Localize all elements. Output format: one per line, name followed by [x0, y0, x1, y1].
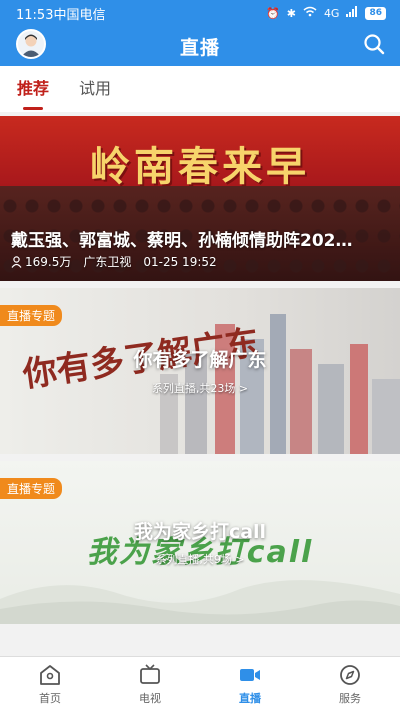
nav-home-label: 首页 [39, 692, 61, 705]
nav-home[interactable]: 首页 [0, 657, 100, 712]
signal-icon [346, 6, 358, 20]
channel-name: 广东卫视 [83, 255, 132, 269]
topic-subtitle[interactable]: 系列直播,共23场 > [0, 380, 400, 396]
video-icon [240, 669, 260, 681]
status-left: 11:53中国电信 [16, 4, 105, 23]
topic-card-hometown[interactable]: 我为家乡打call 直播专题 我为家乡打call 系列直播,共9场 > [0, 461, 400, 624]
tv-icon [140, 664, 160, 684]
nav-live[interactable]: 直播 [200, 657, 300, 712]
views-count: 169.5万 [11, 253, 71, 270]
status-right: ⏰ ✱ 4G 86 [266, 6, 386, 20]
nav-tv-label: 电视 [139, 692, 161, 705]
broadcast-time: 01-25 19:52 [143, 254, 217, 269]
topic-subtitle[interactable]: 系列直播,共9场 > [0, 551, 400, 567]
bluetooth-icon: ✱ [286, 6, 296, 20]
nav-tv[interactable]: 电视 [100, 657, 200, 712]
topic-badge: 直播专题 [0, 305, 63, 326]
nav-live-label: 直播 [239, 692, 261, 705]
bottom-nav: 首页 电视 直播 服务 [0, 656, 400, 712]
status-time: 11:53 [16, 7, 54, 23]
nav-service-label: 服务 [339, 692, 361, 705]
status-carrier: 中国电信 [53, 7, 106, 23]
city-skyline-image [160, 314, 400, 454]
nav-service[interactable]: 服务 [300, 657, 400, 712]
battery-indicator: 86 [365, 6, 386, 20]
tab-recommend[interactable]: 推荐 [17, 75, 49, 110]
tab-trial[interactable]: 试用 [79, 75, 111, 103]
feature-live-card[interactable]: 岭南春来早 戴玉强、郭富城、蔡明、孙楠倾情助阵202… 169.5万 广东卫视 … [0, 116, 400, 281]
feature-banner-art: 岭南春来早 [90, 143, 310, 190]
topic-card-guangdong[interactable]: 你有多了解广东 直播专题 你有多了解广东 系列直播,共23场 > [0, 288, 400, 454]
page-title: 直播 [179, 36, 220, 59]
network-type: 4G [323, 6, 340, 20]
topic-title: 你有多了解广东 [133, 349, 267, 371]
app-header: 直播 [0, 26, 400, 66]
compass-icon [340, 665, 360, 685]
wifi-icon [303, 6, 317, 20]
home-icon [40, 665, 60, 685]
category-tabs: 推荐 试用 [0, 66, 400, 112]
status-bar: 11:53中国电信 ⏰ ✱ 4G 86 [0, 0, 400, 26]
feature-meta: 169.5万 广东卫视 01-25 19:52 [11, 253, 217, 270]
topic-badge: 直播专题 [0, 478, 63, 499]
alarm-icon: ⏰ [266, 6, 280, 20]
avatar-icon[interactable] [16, 29, 46, 59]
views-value: 169.5万 [25, 255, 72, 269]
search-icon[interactable] [362, 32, 386, 56]
mountain-image [0, 580, 400, 624]
person-icon [11, 255, 22, 268]
topic-title: 我为家乡打call [133, 521, 267, 543]
feature-title: 戴玉强、郭富城、蔡明、孙楠倾情助阵202… [11, 231, 353, 251]
